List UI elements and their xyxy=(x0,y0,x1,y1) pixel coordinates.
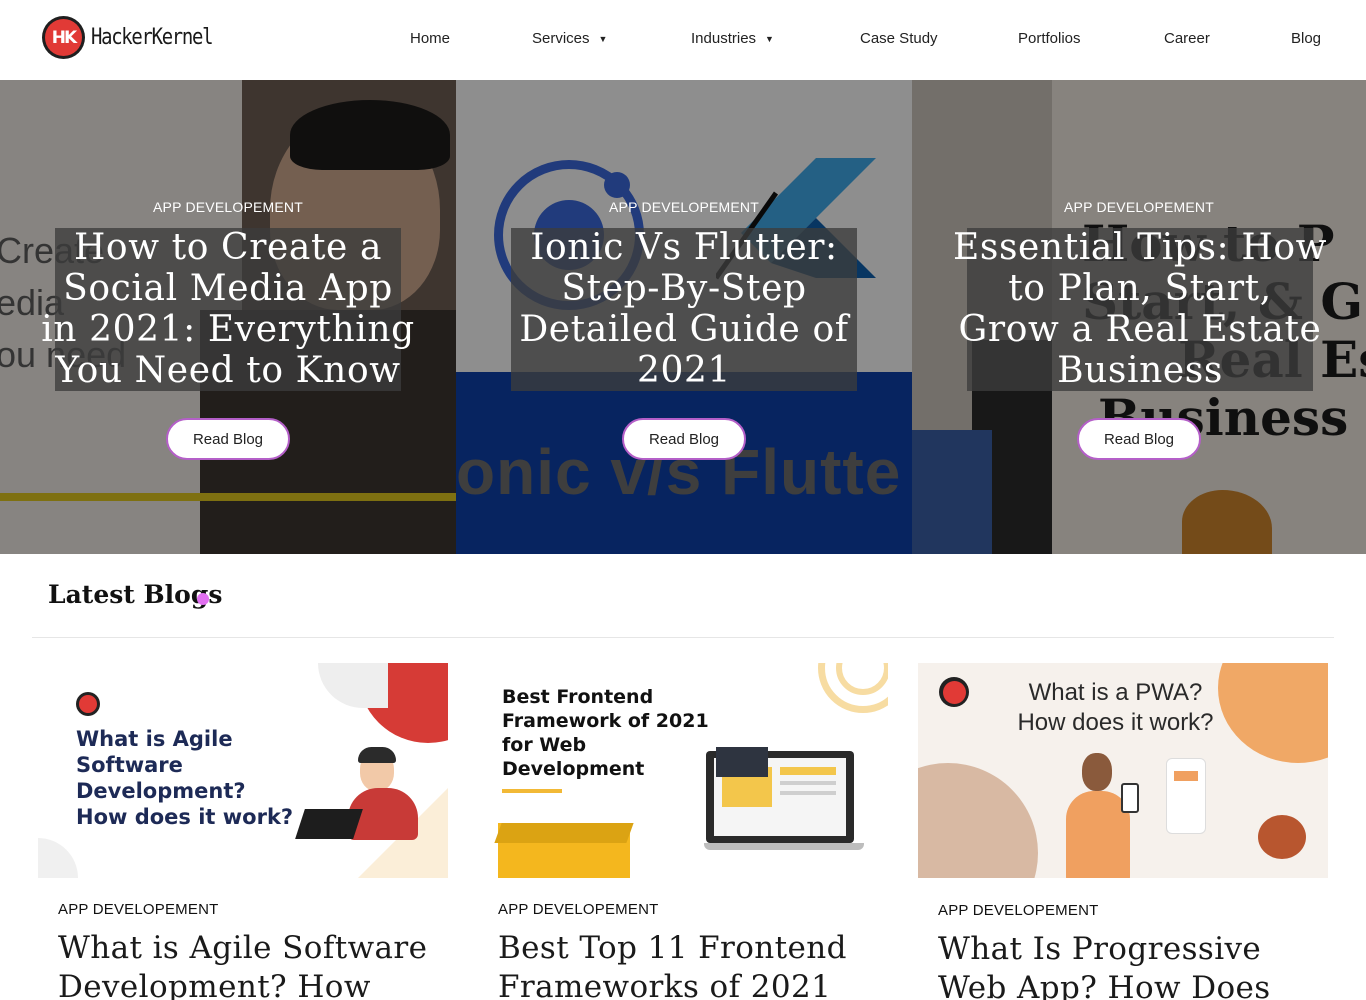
caret-down-icon: ▼ xyxy=(598,33,608,44)
nav-portfolios[interactable]: Portfolios xyxy=(1018,30,1081,47)
blog-card-category: APP DEVELOPEMENT xyxy=(58,901,219,918)
blog-card-title[interactable]: What is Agile Software Development? How … xyxy=(58,929,438,1000)
hk-logo-icon xyxy=(76,692,100,716)
hero-slide-social-media[interactable]: Create edia ou need APP DEVELOPEMENT How… xyxy=(0,80,456,554)
blog-card-category: APP DEVELOPEMENT xyxy=(498,901,659,918)
main-nav: Home Services ▼ Industries ▼ Case Study Po… xyxy=(0,0,1366,80)
blog-card-title[interactable]: What Is Progressive Web App? How Does PW… xyxy=(938,930,1318,1000)
slide-category: APP DEVELOPEMENT xyxy=(1064,199,1214,215)
slide-title: How to Create a Social Media App in 2021… xyxy=(41,227,415,391)
hero-slide-real-estate[interactable]: How to P Start, & G Real Est Business in… xyxy=(912,80,1366,554)
latest-blogs-heading: Latest Blogs xyxy=(48,580,223,609)
hero-carousel: Create edia ou need APP DEVELOPEMENT How… xyxy=(0,80,1366,554)
blog-card-thumbnail[interactable]: Best Frontend Framework of 2021 for Web … xyxy=(478,663,888,878)
blog-card-title[interactable]: Best Top 11 Frontend Frameworks of 2021 … xyxy=(498,929,878,1000)
heading-accent-dot xyxy=(197,593,209,605)
blog-card-agile[interactable]: What is Agile Software Development? How … xyxy=(38,663,448,1000)
nav-industries[interactable]: Industries ▼ xyxy=(691,30,774,47)
blog-card-category: APP DEVELOPEMENT xyxy=(938,902,1099,919)
read-blog-button[interactable]: Read Blog xyxy=(622,418,746,460)
section-divider xyxy=(32,637,1334,638)
blog-card-pwa[interactable]: What is a PWA? How does it work? APP DEV… xyxy=(918,663,1328,1000)
read-blog-button[interactable]: Read Blog xyxy=(166,418,290,460)
nav-services[interactable]: Services ▼ xyxy=(532,30,607,47)
nav-career[interactable]: Career xyxy=(1164,30,1210,47)
blog-card-thumbnail[interactable]: What is a PWA? How does it work? xyxy=(918,663,1328,878)
blog-card-thumbnail[interactable]: What is Agile Software Development? How … xyxy=(38,663,448,878)
slide-category: APP DEVELOPEMENT xyxy=(153,199,303,215)
nav-blog[interactable]: Blog xyxy=(1291,30,1321,47)
site-header: HK HackerKernel Home Services ▼ Industrie… xyxy=(0,0,1366,80)
nav-home[interactable]: Home xyxy=(410,30,450,47)
hero-slide-ionic-flutter[interactable]: onic v/s Flutte APP DEVELOPEMENT Ionic V… xyxy=(456,80,912,554)
slide-title: Essential Tips: How to Plan, Start, Grow… xyxy=(952,227,1328,391)
slide-category: APP DEVELOPEMENT xyxy=(609,199,759,215)
read-blog-button[interactable]: Read Blog xyxy=(1077,418,1201,460)
caret-down-icon: ▼ xyxy=(765,33,774,44)
blog-card-frontend[interactable]: Best Frontend Framework of 2021 for Web … xyxy=(478,663,888,1000)
slide-title: Ionic Vs Flutter: Step-By-Step Detailed … xyxy=(519,227,849,391)
nav-case-study[interactable]: Case Study xyxy=(860,30,938,47)
